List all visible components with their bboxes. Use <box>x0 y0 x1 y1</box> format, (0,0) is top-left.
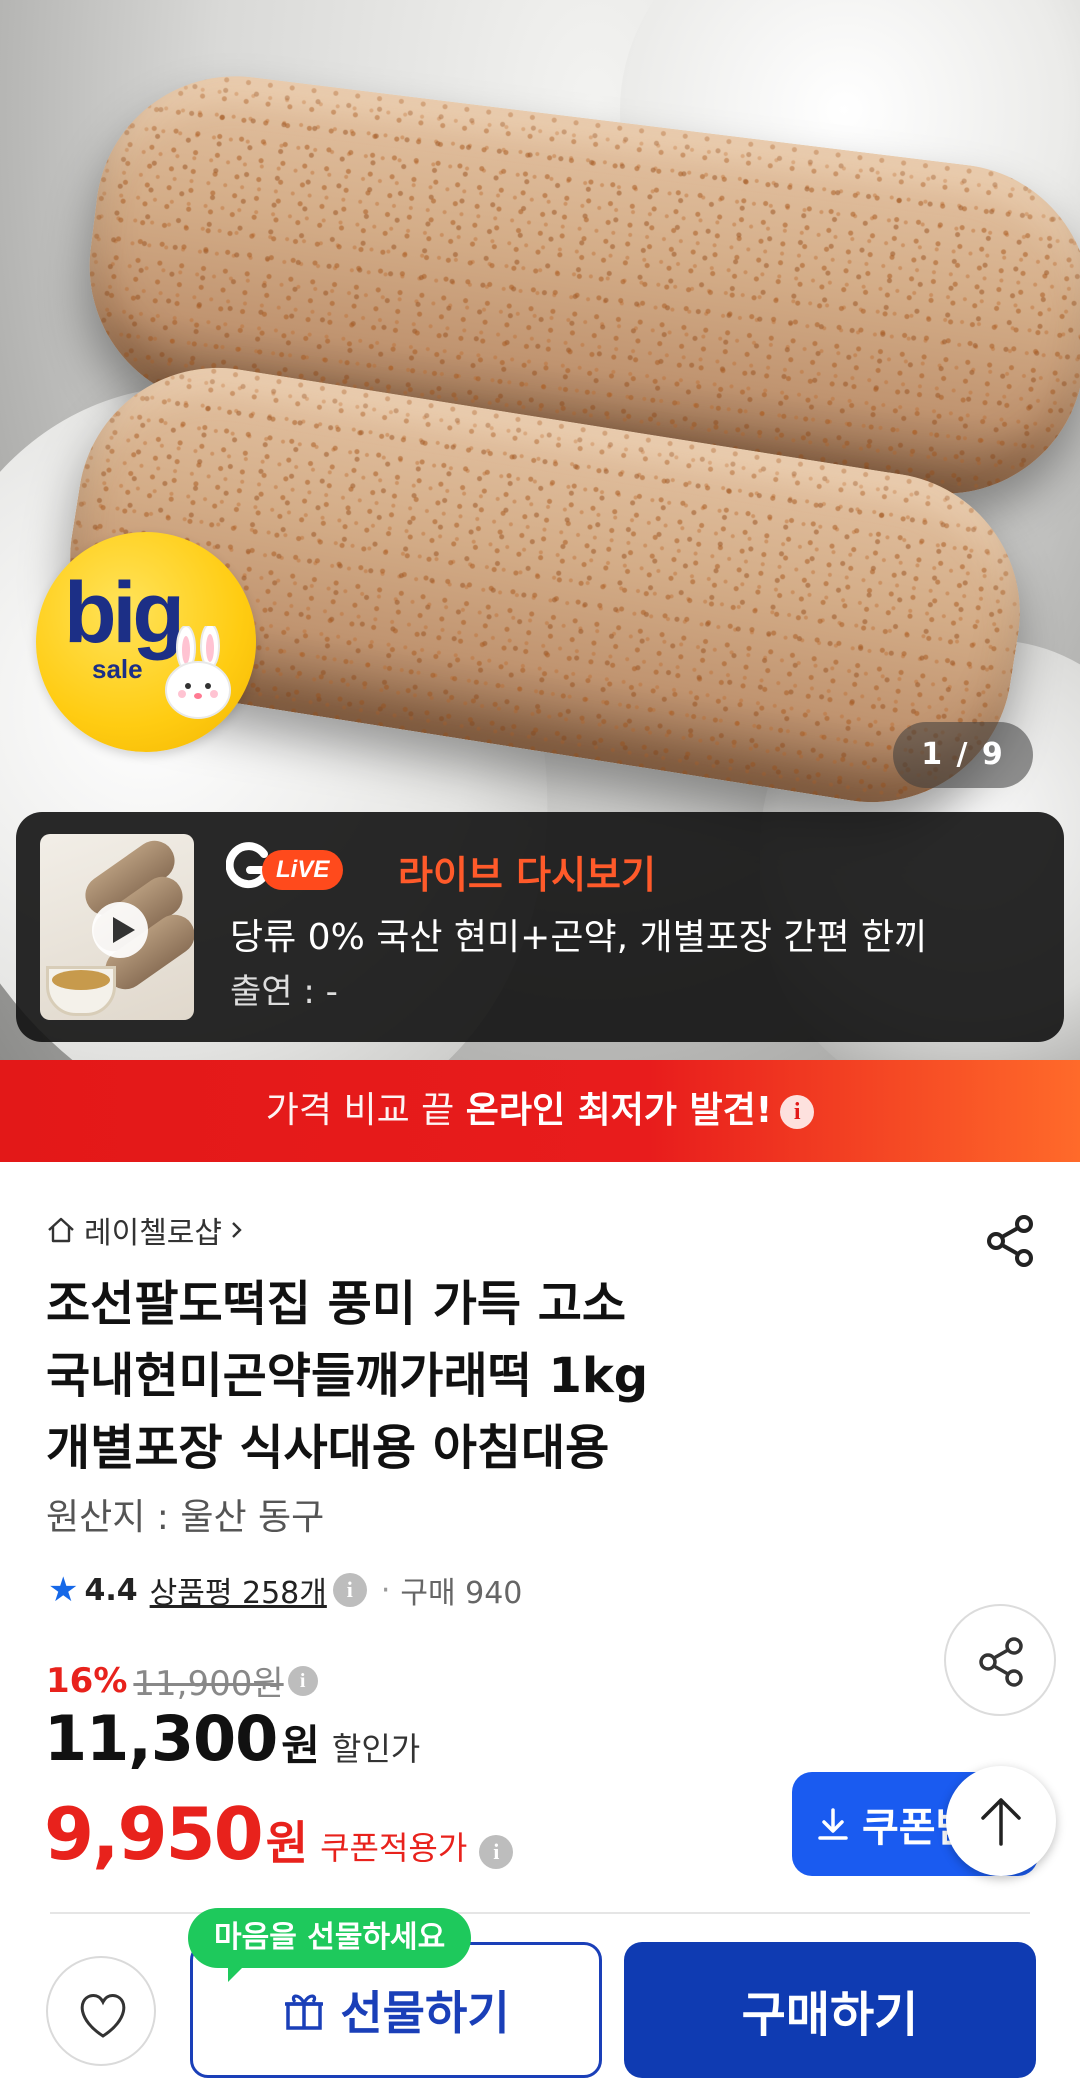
home-icon <box>48 1217 74 1243</box>
info-icon[interactable]: i <box>287 1665 318 1696</box>
coupon-price-label: 쿠폰적용가 <box>320 1829 468 1867</box>
gift-button-label: 선물하기 <box>340 1986 510 2040</box>
chevron-right-icon <box>232 1222 242 1238</box>
share-icon <box>979 1637 1023 1687</box>
big-sale-badge-sale: sale <box>92 654 143 684</box>
live-thumbnail[interactable] <box>40 834 194 1020</box>
discount-row: 16% 11,900원 i <box>46 1656 318 1705</box>
shop-name: 레이첼로샵 <box>84 1216 222 1251</box>
banner-text-bold: 온라인 최저가 발견! <box>465 1090 773 1131</box>
sale-price-row: 11,300 원 할인가 <box>44 1702 420 1775</box>
currency-unit: 원 <box>281 1721 320 1770</box>
gift-tooltip: 마음을 선물하세요 <box>188 1908 472 1982</box>
bunny-icon <box>165 626 231 719</box>
play-icon[interactable] <box>92 902 148 958</box>
image-counter: 1 / 9 <box>893 722 1033 788</box>
arrow-up-icon <box>981 1798 1021 1846</box>
star-icon: ★ <box>48 1570 79 1610</box>
info-icon[interactable]: i <box>479 1835 514 1869</box>
product-title-line: 개별포장 식사대용 아침대용 <box>46 1420 610 1476</box>
share-button[interactable] <box>944 1604 1056 1716</box>
thumbnail-tea <box>52 970 110 990</box>
big-sale-badge: big sale <box>36 532 256 752</box>
live-replay-card[interactable]: LiVE 라이브 다시보기 당류 0% 국산 현미+곤약, 개별포장 간편 한끼… <box>16 812 1064 1042</box>
product-title-line: 조선팔도떡집 풍미 가득 고소 <box>46 1276 627 1332</box>
download-icon <box>818 1808 848 1840</box>
review-link[interactable]: 상품평 258개 <box>150 1568 327 1612</box>
info-icon[interactable]: i <box>780 1095 815 1129</box>
coupon-price-row: 9,950 원 쿠폰적용가 i <box>44 1792 527 1876</box>
sale-price: 11,300 <box>44 1702 278 1775</box>
shop-link[interactable]: 레이첼로샵 <box>46 1208 254 1252</box>
buy-button[interactable]: 구매하기 <box>624 1942 1036 2078</box>
purchase-count: 구매 940 <box>400 1576 523 1611</box>
product-image-gallery[interactable]: big sale 1 / 9 LiVE 라이브 다시보기 당류 0% 국산 현미… <box>0 0 1080 1060</box>
scroll-to-top-button[interactable] <box>946 1766 1056 1876</box>
divider <box>50 1912 1030 1914</box>
live-description: 당류 0% 국산 현미+곤약, 개별포장 간편 한끼 <box>230 917 928 958</box>
rating-score: 4.4 <box>84 1572 138 1608</box>
separator-dot: · <box>380 1572 391 1608</box>
share-icon[interactable] <box>982 1212 1040 1270</box>
live-title: 라이브 다시보기 <box>398 853 656 897</box>
discount-rate: 16% <box>46 1660 128 1701</box>
original-price: 11,900원 <box>133 1664 284 1704</box>
heart-icon <box>80 1994 126 2038</box>
banner-text-light: 가격 비교 끝 <box>265 1090 466 1131</box>
info-icon[interactable]: i <box>332 1573 367 1607</box>
live-cast: 출연 : - <box>230 972 338 1012</box>
rating-row: ★ 4.4 상품평 258개 i · 구매 940 <box>48 1568 522 1612</box>
product-title: 조선팔도떡집 풍미 가득 고소 국내현미곤약들깨가래떡 1kg 개별포장 식사대… <box>46 1268 946 1484</box>
currency-unit: 원 <box>265 1816 309 1870</box>
live-badge: LiVE <box>262 850 344 890</box>
coupon-price: 9,950 <box>44 1792 264 1876</box>
wishlist-button[interactable] <box>46 1956 156 2066</box>
lowest-price-banner[interactable]: 가격 비교 끝 온라인 최저가 발견! i <box>0 1060 1080 1162</box>
sale-price-label: 할인가 <box>331 1730 421 1768</box>
gift-icon <box>285 1994 324 2030</box>
origin-text: 원산지 : 울산 동구 <box>46 1497 325 1538</box>
buy-button-label: 구매하기 <box>741 1987 919 2043</box>
product-title-line: 국내현미곤약들깨가래떡 1kg <box>46 1348 649 1404</box>
